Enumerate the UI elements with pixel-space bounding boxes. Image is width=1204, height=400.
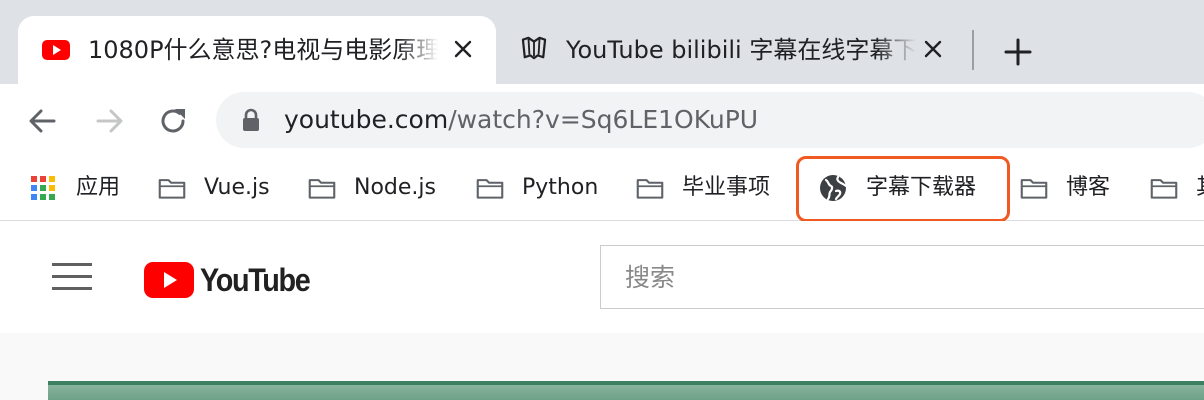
search-box[interactable] <box>600 245 1204 309</box>
search-input[interactable] <box>601 246 1204 308</box>
bookmark-label: Node.js <box>354 175 436 200</box>
youtube-play-icon <box>144 262 194 298</box>
bookmark-folder-vuejs[interactable]: Vue.js <box>158 170 270 206</box>
bookmark-label: Vue.js <box>204 175 270 200</box>
bookmark-folder-nodejs[interactable]: Node.js <box>308 170 436 206</box>
highlight-annotation-box <box>796 156 1010 222</box>
close-tab-icon[interactable] <box>920 36 946 62</box>
bookmark-folder-other[interactable]: 其 <box>1150 170 1204 206</box>
page-content <box>0 333 1204 400</box>
youtube-header: YouTube <box>0 221 1204 333</box>
url-path: /watch?v=Sq6LE1OKuPU <box>448 105 759 134</box>
folder-icon <box>308 179 336 199</box>
youtube-wordmark: YouTube <box>200 261 311 298</box>
back-arrow-icon[interactable] <box>26 104 60 138</box>
apps-grid-icon <box>31 176 55 200</box>
tab-title: 1080P什么意思?电视与电影原理 <box>88 34 438 66</box>
tab-subtitle-downloader[interactable]: YouTube bilibili 字幕在线字幕下载 <box>500 16 966 84</box>
youtube-logo[interactable]: YouTube <box>144 261 322 299</box>
bookmark-folder-python[interactable]: Python <box>476 170 598 206</box>
reload-icon[interactable] <box>156 104 190 138</box>
lock-icon[interactable] <box>240 108 262 132</box>
folder-icon <box>636 179 664 199</box>
close-tab-icon[interactable] <box>450 36 476 62</box>
bookmark-folder-blog[interactable]: 博客 <box>1020 170 1110 206</box>
folder-icon <box>1020 179 1048 199</box>
url-host: youtube.com <box>284 105 449 134</box>
bookmark-apps[interactable]: 应用 <box>30 170 120 206</box>
bookmarks-bar: 应用 Vue.js Node.js Python 毕业事项 字幕下载器 博客 其 <box>0 158 1204 221</box>
tab-strip: 1080P什么意思?电视与电影原理 YouTube bilibili 字幕在线字… <box>0 0 1204 84</box>
url-text: youtube.com/watch?v=Sq6LE1OKuPU <box>284 104 758 136</box>
browser-toolbar: youtube.com/watch?v=Sq6LE1OKuPU <box>0 84 1204 158</box>
bookmark-label: 博客 <box>1066 175 1111 200</box>
folder-icon <box>476 179 504 199</box>
video-player[interactable] <box>48 381 1204 400</box>
menu-hamburger-icon[interactable] <box>52 263 92 293</box>
book-favicon-icon <box>521 36 547 60</box>
new-tab-plus-icon[interactable] <box>998 32 1038 72</box>
tab-title: YouTube bilibili 字幕在线字幕下载 <box>566 34 916 66</box>
forward-arrow-icon[interactable] <box>92 104 126 138</box>
bookmark-label: 应用 <box>76 175 121 200</box>
address-bar[interactable]: youtube.com/watch?v=Sq6LE1OKuPU <box>216 92 1204 148</box>
folder-icon <box>1150 179 1178 199</box>
bookmark-label: 毕业事项 <box>682 175 771 200</box>
tab-youtube-video[interactable]: 1080P什么意思?电视与电影原理 <box>18 16 496 84</box>
bookmark-label: Python <box>522 175 599 200</box>
folder-icon <box>158 179 186 199</box>
bookmark-label: 其 <box>1196 173 1204 203</box>
youtube-favicon-icon <box>42 40 70 60</box>
tab-separator <box>972 30 974 70</box>
bookmark-folder-graduation[interactable]: 毕业事项 <box>636 170 770 206</box>
